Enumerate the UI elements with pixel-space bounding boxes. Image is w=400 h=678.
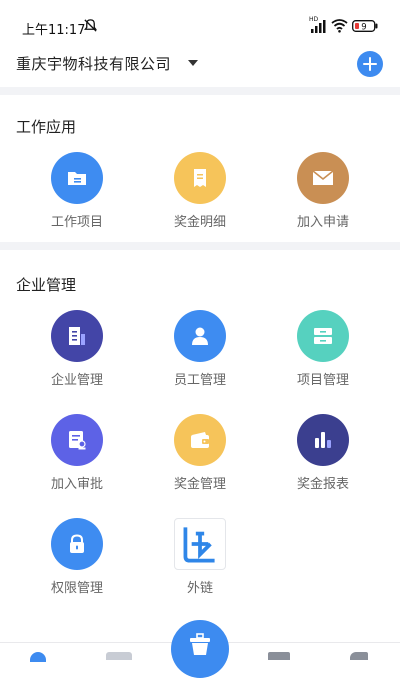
tile-bonus-details[interactable]: 奖金明细	[150, 152, 250, 242]
cabinet-icon	[297, 310, 349, 362]
tile-join-request[interactable]: 加入申请	[273, 152, 373, 242]
signal-icon	[311, 20, 326, 33]
section-title-work-apps: 工作应用	[16, 118, 77, 136]
battery-level: 9	[361, 22, 366, 32]
building-icon	[51, 310, 103, 362]
bar-chart-icon	[297, 414, 349, 466]
tile-bonus-management[interactable]: 奖金管理	[150, 414, 250, 504]
tab-icon[interactable]	[350, 652, 368, 660]
tile-label: 项目管理	[296, 373, 349, 388]
person-icon	[174, 310, 226, 362]
envelope-icon	[297, 152, 349, 204]
battery-icon: 9	[352, 20, 378, 32]
tile-label: 权限管理	[50, 581, 103, 596]
tile-label: 企业管理	[50, 373, 103, 388]
section-divider	[0, 87, 400, 95]
tile-permission-management[interactable]: 权限管理	[27, 518, 127, 608]
tile-enterprise-management[interactable]: 企业管理	[27, 310, 127, 400]
approval-icon	[51, 414, 103, 466]
home-icon[interactable]	[30, 652, 46, 662]
tile-label: 加入申请	[296, 215, 349, 230]
tile-label: 奖金明细	[173, 215, 226, 230]
lock-icon	[51, 518, 103, 570]
external-link-icon	[174, 518, 226, 570]
center-action-button[interactable]	[171, 620, 229, 678]
tile-project-management[interactable]: 项目管理	[273, 310, 373, 400]
section-title-enterprise: 企业管理	[16, 276, 77, 294]
tile-label: 工作项目	[50, 215, 103, 230]
tile-label: 加入审批	[50, 477, 103, 492]
tab-icon[interactable]	[268, 652, 290, 660]
tile-external-link[interactable]: 外链	[150, 518, 250, 608]
wifi-icon	[331, 19, 348, 33]
tile-label: 奖金报表	[296, 477, 349, 492]
tile-label: 外链	[186, 581, 213, 596]
company-name[interactable]: 重庆宇物科技有限公司	[16, 53, 171, 74]
tile-label: 员工管理	[173, 373, 226, 388]
do-not-disturb-icon	[84, 19, 97, 32]
status-time: 上午11:17	[22, 23, 86, 38]
tile-join-approval[interactable]: 加入审批	[27, 414, 127, 504]
wallet-icon	[174, 414, 226, 466]
tile-work-projects[interactable]: 工作项目	[27, 152, 127, 242]
section-divider	[0, 242, 400, 250]
tile-staff-management[interactable]: 员工管理	[150, 310, 250, 400]
add-button[interactable]	[357, 51, 383, 77]
basket-icon	[190, 633, 210, 655]
caret-down-icon[interactable]	[188, 60, 198, 66]
receipt-icon	[174, 152, 226, 204]
status-bar: 上午11:17 HD 9	[0, 0, 400, 44]
folder-icon	[51, 152, 103, 204]
tile-label: 奖金管理	[173, 477, 226, 492]
tab-icon[interactable]	[106, 652, 132, 660]
tile-bonus-report[interactable]: 奖金报表	[273, 414, 373, 504]
